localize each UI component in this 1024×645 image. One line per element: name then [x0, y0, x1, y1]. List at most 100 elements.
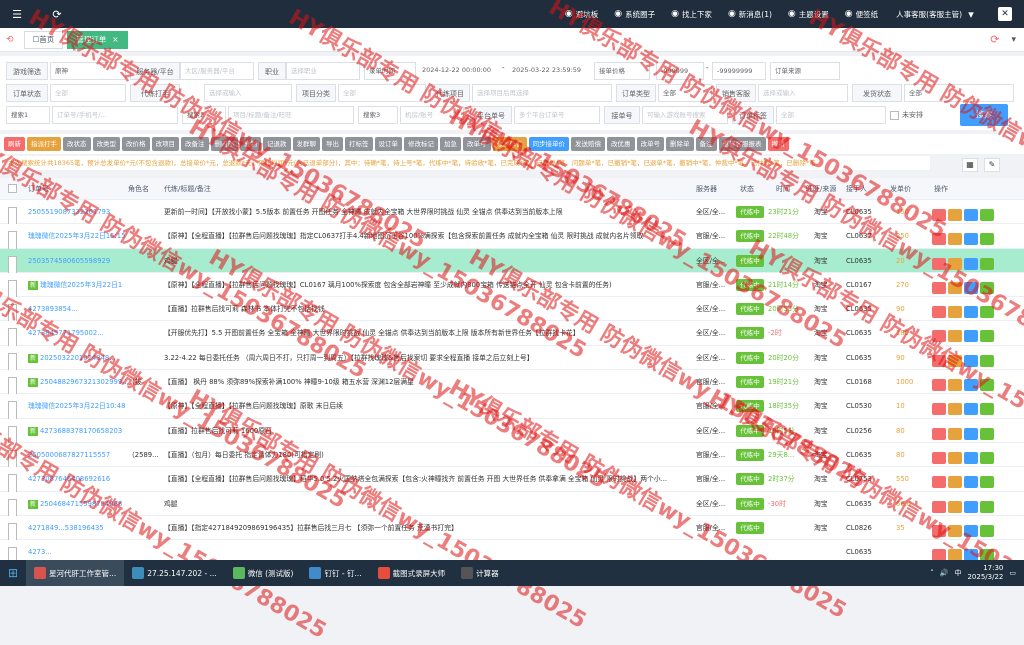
topnav-item-0[interactable]: ◉ 避坑板 [557, 9, 606, 20]
action-button-4[interactable]: 改价格 [122, 137, 150, 151]
tab-more-icon[interactable]: ▾ [1011, 35, 1016, 45]
phone-icon[interactable] [980, 306, 994, 319]
action-button-18[interactable]: 同步接单价 [528, 137, 569, 151]
star-icon[interactable] [948, 427, 962, 440]
action-button-3[interactable]: 改类型 [92, 137, 120, 151]
action-button-16[interactable]: 改单号 [463, 137, 491, 151]
speaker-icon[interactable]: 🔊 [940, 569, 949, 577]
date-start-input[interactable]: 2024-12-22 00:00:00 [418, 62, 500, 80]
agent[interactable]: CL0826 [846, 516, 886, 540]
chat-icon[interactable] [964, 354, 978, 367]
grid-view-icon[interactable]: ▦ [962, 158, 978, 172]
agent[interactable]: CL0530 [846, 394, 886, 418]
action-button-9[interactable]: 记退款 [263, 137, 291, 151]
phone-icon[interactable] [980, 233, 994, 246]
chat-icon[interactable] [964, 427, 978, 440]
topnav-item-5[interactable]: ◉ 便签纸 [837, 9, 886, 20]
star-icon[interactable] [948, 306, 962, 319]
order-number[interactable]: 4271849...538196435 [28, 516, 126, 540]
order-source-select[interactable]: 订单来源 [770, 62, 840, 80]
menu-toggle-icon[interactable]: ☰ [8, 8, 26, 21]
server-input[interactable]: 大区/服务器/平台 [180, 62, 254, 80]
project-category-select[interactable]: 全部 [338, 84, 426, 102]
order-number[interactable]: 瑰瑰微信2025年3月22日10:48 [28, 394, 126, 418]
edit-icon[interactable] [932, 354, 946, 367]
col-role[interactable]: 角色名 [128, 178, 149, 200]
topnav-item-3[interactable]: ◉ 新消息(1) [720, 9, 780, 20]
action-button-5[interactable]: 改项目 [151, 137, 179, 151]
search2-select[interactable]: 搜索2 [182, 106, 226, 124]
order-number[interactable]: 新 4273688378170658203 [28, 419, 126, 443]
phone-icon[interactable] [980, 354, 994, 367]
star-icon[interactable] [948, 354, 962, 367]
col-fee[interactable]: 发单价 [890, 178, 911, 200]
agent[interactable]: CL0635 [846, 492, 886, 516]
action-button-17[interactable]: 改发单价 [492, 137, 527, 151]
taskbar-app-4[interactable]: 截图式录屏大师 [370, 560, 454, 586]
agent[interactable]: CL0753 [846, 467, 886, 491]
order-number[interactable]: 瑰瑰微信2025年3月22日15:15 [28, 224, 126, 248]
phone-icon[interactable] [980, 330, 994, 343]
chat-icon[interactable] [964, 257, 978, 270]
action-button-1[interactable]: 指派打手 [27, 137, 61, 151]
star-icon[interactable] [948, 379, 962, 392]
action-button-2[interactable]: 改状态 [63, 137, 91, 151]
star-icon[interactable] [948, 451, 962, 464]
close-window-icon[interactable]: ✕ [998, 7, 1012, 21]
table-row[interactable]: 4271849...538196435 【直播】【指定42718492098691… [0, 515, 1024, 547]
col-agent[interactable]: 接手人 [846, 178, 867, 200]
job-select[interactable]: 选择职业 [286, 62, 360, 80]
table-row[interactable]: 4273845771795002... 【开服优先打】5.5 开图前置任务 全宝箱… [0, 321, 1024, 353]
phone-icon[interactable] [980, 500, 994, 513]
clock[interactable]: 17:30 2025/3/22 [967, 564, 1003, 582]
order-number[interactable]: 新 2504684715598754068 [28, 492, 126, 516]
table-row[interactable]: 4273087646408692616 【直播】【全程直播】【拉群售后问题找瑰瑰】… [0, 467, 1024, 499]
star-icon[interactable] [948, 476, 962, 489]
star-icon[interactable] [948, 257, 962, 270]
order-number[interactable]: 2503574580605598929 [28, 249, 126, 273]
select-all-checkbox[interactable] [8, 184, 17, 193]
search1-input[interactable]: 订单号/手机号/... [52, 106, 178, 124]
action-button-12[interactable]: 打标签 [345, 137, 373, 151]
phone-icon[interactable] [980, 209, 994, 221]
edit-icon[interactable] [932, 257, 946, 270]
action-button-11[interactable]: 导出 [322, 137, 343, 151]
chevron-up-icon[interactable]: ˄ [930, 569, 934, 577]
edit-icon[interactable] [932, 476, 946, 489]
order-type-select[interactable]: 全部 [658, 84, 712, 102]
action-button-13[interactable]: 设订单 [374, 137, 402, 151]
chat-icon[interactable] [964, 233, 978, 246]
table-row[interactable]: 新瑰瑰微信2025年3月22日1 【原神】【全程直播】【拉群售后问题找瑰瑰】CL0… [0, 272, 1024, 304]
table-row[interactable]: 2505519087332261793 更新前一时间】【开放找小蒙】5.5版本 前… [0, 200, 1024, 231]
price-type-select[interactable]: 接单价格 [594, 62, 650, 80]
table-row[interactable]: 瑰瑰微信2025年3月22日15:15 【原神】【全程直播】【拉群售后问题找瑰瑰】… [0, 224, 1024, 256]
action-button-25[interactable]: 撤销 [767, 137, 789, 151]
star-icon[interactable] [948, 233, 962, 246]
order-number[interactable]: 新 2025032201024348... [28, 346, 126, 370]
edit-icon[interactable] [932, 403, 946, 416]
action-button-8[interactable]: 复制 [240, 137, 261, 151]
table-row[interactable]: 4273893854... 【直播】拉群售后找可莉 森林书 本体打完不包括找钱 全区… [0, 297, 1024, 329]
topnav-item-4[interactable]: ◉ 主题设置 [780, 9, 837, 20]
table-row[interactable]: 新 2504684715598754068 鸡腿 全区/全... 代练中 -30时 淘宝 CL… [0, 491, 1024, 523]
agent[interactable]: CL0256 [846, 419, 886, 443]
date-end-input[interactable]: 2025-03-22 23:59:59 [508, 62, 592, 80]
agent-select[interactable]: 选择或输入 [204, 84, 292, 102]
notification-icon[interactable]: ▭ [1009, 569, 1016, 577]
agent-item-select[interactable]: 选择项目后再选择 [472, 84, 612, 102]
chat-icon[interactable] [964, 209, 978, 221]
action-button-22[interactable]: 删除单 [666, 137, 694, 151]
col-source[interactable]: 旺旺/来源 [806, 178, 836, 200]
tab-refresh-icon[interactable]: ⟳ [990, 33, 999, 46]
order-tag-select[interactable]: 全部 [776, 106, 886, 124]
edit-icon[interactable] [932, 209, 946, 221]
topnav-item-2[interactable]: ◉ 找上下家 [663, 9, 720, 20]
action-button-14[interactable]: 修改标记 [404, 137, 438, 151]
agent[interactable]: CL0635 [846, 297, 886, 321]
chat-icon[interactable] [964, 306, 978, 319]
receipt-input[interactable]: 可输入游戏账号搜索 [642, 106, 728, 124]
agent[interactable]: CL0635 [846, 249, 886, 273]
phone-icon[interactable] [980, 257, 994, 270]
game-filter-select[interactable]: 原神 [50, 62, 126, 80]
table-row[interactable]: 新 4273688378170658203 【直播】拉群售后找可莉 1600原石 全区… [0, 418, 1024, 450]
